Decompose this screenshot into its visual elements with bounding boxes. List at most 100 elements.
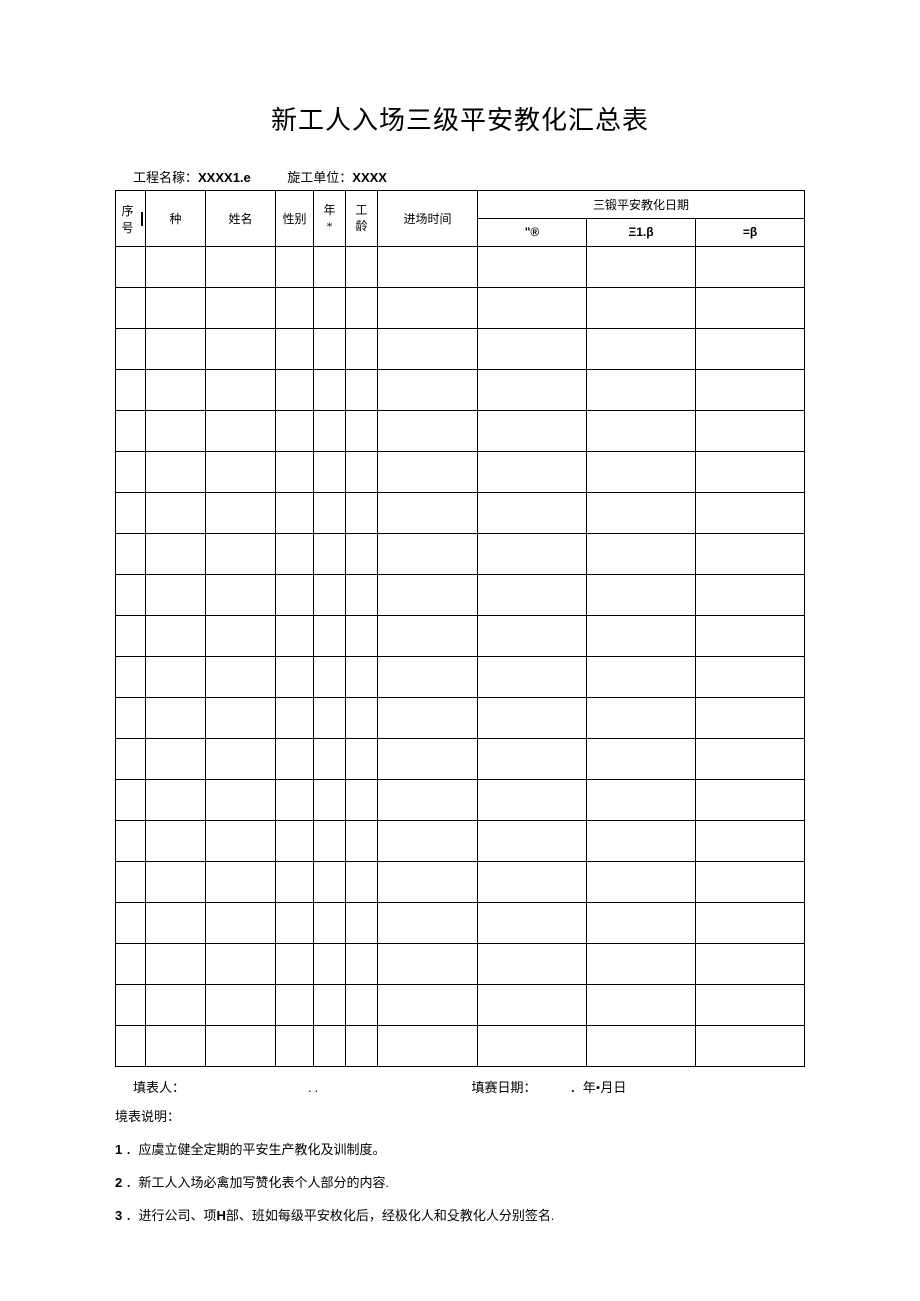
table-cell bbox=[116, 370, 146, 411]
header-info: 工程名稼：XXXX1.e 旋工单位：XXXX bbox=[115, 167, 805, 186]
col-age: 年* bbox=[314, 191, 346, 247]
table-cell bbox=[206, 288, 276, 329]
table-cell bbox=[314, 657, 346, 698]
table-cell bbox=[146, 288, 206, 329]
table-cell bbox=[206, 821, 276, 862]
table-cell bbox=[378, 370, 478, 411]
table-cell bbox=[378, 985, 478, 1026]
table-cell bbox=[478, 862, 587, 903]
table-cell bbox=[314, 944, 346, 985]
table-cell bbox=[346, 1026, 378, 1067]
table-cell bbox=[378, 534, 478, 575]
table-cell bbox=[206, 534, 276, 575]
table-cell bbox=[206, 616, 276, 657]
table-cell bbox=[314, 780, 346, 821]
table-row bbox=[116, 411, 805, 452]
table-cell bbox=[478, 985, 587, 1026]
table-cell bbox=[696, 657, 805, 698]
table-cell bbox=[146, 698, 206, 739]
footer-line: 填表人： . . 填赛日期： ．年•月日 bbox=[115, 1077, 805, 1096]
table-cell bbox=[346, 903, 378, 944]
table-cell bbox=[116, 452, 146, 493]
project-value: XXXX1.e bbox=[198, 170, 251, 185]
table-cell bbox=[696, 575, 805, 616]
table-cell bbox=[206, 862, 276, 903]
table-cell bbox=[478, 370, 587, 411]
table-cell bbox=[587, 903, 696, 944]
table-cell bbox=[378, 493, 478, 534]
table-cell bbox=[378, 862, 478, 903]
table-cell bbox=[116, 657, 146, 698]
table-cell bbox=[346, 985, 378, 1026]
table-cell bbox=[346, 534, 378, 575]
table-cell bbox=[206, 329, 276, 370]
table-cell bbox=[696, 329, 805, 370]
table-cell bbox=[378, 698, 478, 739]
table-cell bbox=[478, 780, 587, 821]
table-row bbox=[116, 575, 805, 616]
table-body bbox=[116, 247, 805, 1067]
table-row bbox=[116, 821, 805, 862]
table-cell bbox=[378, 288, 478, 329]
table-cell bbox=[696, 370, 805, 411]
table-cell bbox=[378, 780, 478, 821]
table-cell bbox=[696, 452, 805, 493]
table-cell bbox=[378, 1026, 478, 1067]
table-cell bbox=[116, 1026, 146, 1067]
table-cell bbox=[587, 411, 696, 452]
table-cell bbox=[346, 493, 378, 534]
table-cell bbox=[314, 534, 346, 575]
table-row bbox=[116, 944, 805, 985]
table-cell bbox=[116, 903, 146, 944]
table-cell bbox=[116, 411, 146, 452]
note-item: 3 ．进行公司、项H部、班如每级平安枚化后，经极化人和殳教化人分别签名. bbox=[115, 1205, 805, 1224]
table-row bbox=[116, 862, 805, 903]
table-row bbox=[116, 247, 805, 288]
table-cell bbox=[587, 534, 696, 575]
note-item: 1 ．应虞立健全定期的平安生产教化及训制度。 bbox=[115, 1139, 805, 1158]
table-cell bbox=[146, 657, 206, 698]
table-cell bbox=[206, 903, 276, 944]
table-cell bbox=[346, 698, 378, 739]
table-cell bbox=[346, 288, 378, 329]
table-cell bbox=[116, 698, 146, 739]
table-cell bbox=[276, 329, 314, 370]
table-cell bbox=[276, 575, 314, 616]
table-cell bbox=[378, 411, 478, 452]
col-name: 姓名 bbox=[206, 191, 276, 247]
table-cell bbox=[378, 657, 478, 698]
table-cell bbox=[276, 944, 314, 985]
table-cell bbox=[314, 903, 346, 944]
table-cell bbox=[696, 821, 805, 862]
table-cell bbox=[116, 739, 146, 780]
table-cell bbox=[478, 411, 587, 452]
table-cell bbox=[276, 739, 314, 780]
table-cell bbox=[478, 944, 587, 985]
table-row bbox=[116, 1026, 805, 1067]
table-cell bbox=[696, 288, 805, 329]
table-cell bbox=[314, 1026, 346, 1067]
table-row bbox=[116, 288, 805, 329]
table-cell bbox=[478, 739, 587, 780]
table-cell bbox=[146, 944, 206, 985]
table-row bbox=[116, 329, 805, 370]
table-cell bbox=[276, 1026, 314, 1067]
project-label: 工程名稼： bbox=[133, 170, 198, 185]
table-cell bbox=[346, 575, 378, 616]
table-cell bbox=[378, 944, 478, 985]
table-cell bbox=[314, 329, 346, 370]
table-cell bbox=[587, 575, 696, 616]
table-cell bbox=[346, 616, 378, 657]
table-cell bbox=[696, 780, 805, 821]
table-cell bbox=[314, 739, 346, 780]
table-cell bbox=[116, 575, 146, 616]
table-cell bbox=[276, 657, 314, 698]
table-cell bbox=[478, 575, 587, 616]
table-cell bbox=[314, 862, 346, 903]
table-row bbox=[116, 985, 805, 1026]
table-cell bbox=[116, 944, 146, 985]
table-cell bbox=[478, 616, 587, 657]
table-cell bbox=[696, 944, 805, 985]
table-cell bbox=[478, 452, 587, 493]
table-cell bbox=[276, 616, 314, 657]
